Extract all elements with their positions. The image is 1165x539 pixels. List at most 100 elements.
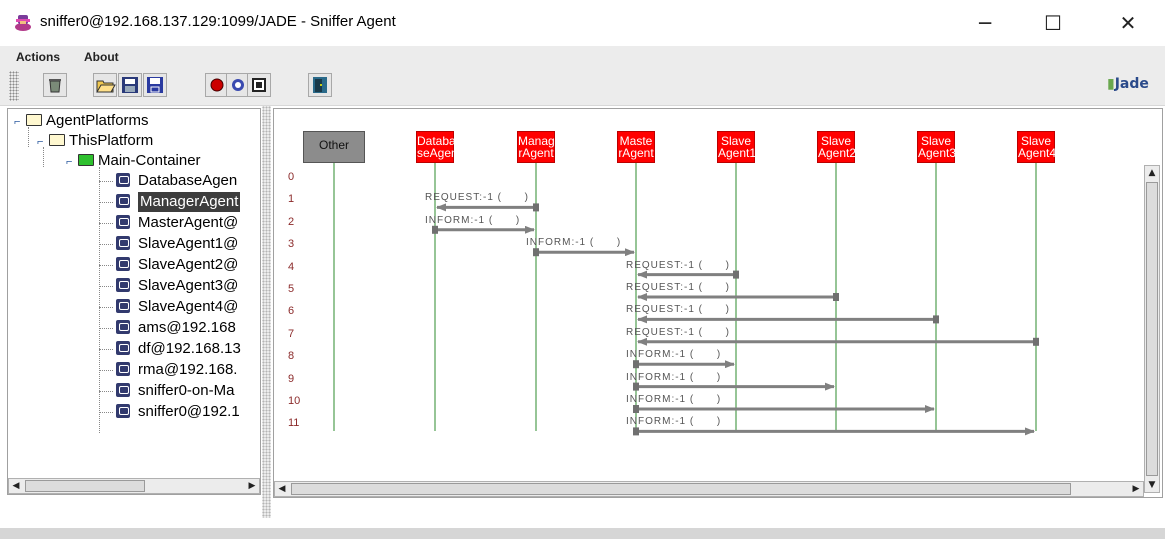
scroll-left-icon[interactable]: ◀: [275, 482, 289, 496]
display-icon[interactable]: [247, 73, 271, 97]
message-label[interactable]: INFORM:-1 ( ): [626, 372, 721, 383]
tree-node-main-container[interactable]: ⌐ Main-Container: [66, 151, 201, 171]
tree-label: rma@192.168.: [138, 361, 238, 378]
tree-node-agent[interactable]: SlaveAgent2@: [116, 255, 238, 275]
scroll-right-icon[interactable]: ▶: [1129, 482, 1143, 496]
menu-about[interactable]: About: [84, 50, 119, 64]
row-number: 3: [288, 238, 295, 251]
expand-toggle-icon[interactable]: ⌐: [14, 117, 24, 128]
message-label[interactable]: INFORM:-1 ( ): [526, 237, 621, 248]
tree-label: ThisPlatform: [69, 132, 154, 149]
message-label[interactable]: REQUEST:-1 ( ): [626, 260, 730, 271]
trash-icon[interactable]: [43, 73, 67, 97]
tree-node-agent[interactable]: sniffer0-on-Ma: [116, 381, 234, 401]
agent-icon: [116, 362, 130, 376]
message-label[interactable]: INFORM:-1 ( ): [626, 394, 721, 405]
close-button[interactable]: ✕: [1113, 10, 1143, 36]
tree-connector: [99, 202, 113, 203]
row-number: 11: [288, 417, 300, 430]
tree-label: SlaveAgent3@: [138, 277, 239, 294]
tree-connector: [99, 265, 113, 266]
tree-node-agent[interactable]: df@192.168.13: [116, 339, 241, 359]
row-number: 5: [288, 283, 295, 295]
tree-label: SlaveAgent1@: [138, 235, 239, 252]
scroll-left-icon[interactable]: ◀: [9, 479, 23, 493]
scroll-thumb[interactable]: [25, 480, 145, 492]
tree-label: ams@192.168: [138, 319, 236, 336]
agent-icon: [116, 236, 130, 250]
tree-label: Main-Container: [98, 152, 201, 169]
message-start-marker: [533, 203, 539, 212]
agent-icon: [116, 194, 130, 208]
message-start-marker: [633, 427, 639, 436]
tree-node-agent[interactable]: SlaveAgent4@: [116, 297, 238, 317]
canvas-horizontal-scrollbar[interactable]: ◀ ▶: [274, 481, 1144, 497]
scroll-thumb[interactable]: [291, 483, 1071, 495]
tree-horizontal-scrollbar[interactable]: ◀ ▶: [8, 478, 260, 494]
jade-logo: ▮Jade: [1107, 76, 1149, 92]
menu-bar: Actions About: [0, 46, 1165, 68]
row-number: 1: [288, 193, 295, 206]
tree-node-agent[interactable]: rma@192.168.: [116, 360, 237, 380]
toolbar-grip[interactable]: [9, 71, 19, 101]
maximize-button[interactable]: ☐: [1038, 10, 1068, 36]
scroll-thumb[interactable]: [1146, 182, 1158, 476]
tree-connector: [99, 244, 113, 245]
row-number: 7: [288, 327, 295, 340]
expand-toggle-icon[interactable]: ⌐: [37, 137, 47, 148]
toolbar: ▮Jade: [0, 68, 1165, 106]
tree-node-agent[interactable]: MasterAgent@: [116, 213, 238, 233]
message-start-marker: [633, 360, 639, 369]
status-bar: [0, 528, 1165, 539]
menu-actions[interactable]: Actions: [16, 50, 60, 64]
panel-splitter[interactable]: [262, 106, 271, 518]
message-start-marker: [833, 293, 839, 301]
tree-node-agent[interactable]: SlaveAgent3@: [116, 276, 238, 296]
tree-node-agent[interactable]: DatabaseAgen: [116, 171, 237, 191]
save-list-icon[interactable]: [118, 73, 142, 97]
tree-node-thisplatform[interactable]: ⌐ ThisPlatform: [37, 131, 153, 151]
expand-toggle-icon[interactable]: ⌐: [66, 157, 76, 168]
sniffer-canvas[interactable]: Other Databa seAgent Manage rAgent Maste rA…: [273, 108, 1163, 498]
tree-label: sniffer0@192.1: [138, 403, 240, 420]
row-number: 2: [288, 215, 295, 228]
sniffer-app-icon: [15, 15, 31, 31]
tree-node-agent[interactable]: sniffer0@192.1: [116, 402, 240, 422]
message-label[interactable]: INFORM:-1 ( ): [425, 215, 520, 226]
message-label[interactable]: REQUEST:-1 ( ): [626, 282, 730, 293]
scroll-down-icon[interactable]: ▼: [1145, 478, 1159, 492]
tree-label: AgentPlatforms: [46, 112, 149, 129]
message-label[interactable]: INFORM:-1 ( ): [626, 349, 721, 360]
tree-label: MasterAgent@: [138, 214, 239, 231]
tree-node-agent[interactable]: ams@192.168: [116, 318, 236, 338]
exit-door-icon[interactable]: [308, 73, 332, 97]
canvas-vertical-scrollbar[interactable]: ▲ ▼: [1144, 165, 1160, 493]
tree-node-agent[interactable]: SlaveAgent1@: [116, 234, 238, 254]
tree-connector: [99, 412, 113, 413]
message-label[interactable]: INFORM:-1 ( ): [626, 416, 721, 427]
container-folder-icon: [78, 154, 94, 166]
message-label[interactable]: REQUEST:-1 ( ): [626, 304, 730, 315]
tree-label: SlaveAgent2@: [138, 256, 239, 273]
agent-tree-panel[interactable]: ⌐ AgentPlatforms ⌐ ThisPlatform ⌐ Main-Cont…: [7, 108, 261, 495]
row-number: 4: [288, 260, 295, 273]
open-folder-icon[interactable]: [93, 73, 117, 97]
tree-connector: [99, 167, 100, 433]
save-icon[interactable]: [143, 73, 167, 97]
window-title: sniffer0@192.168.137.129:1099/JADE - Sni…: [40, 13, 396, 30]
message-start-marker: [633, 405, 639, 413]
scroll-right-icon[interactable]: ▶: [245, 479, 259, 493]
tree-label: SlaveAgent4@: [138, 298, 239, 315]
row-number: 10: [288, 395, 301, 407]
scroll-up-icon[interactable]: ▲: [1145, 166, 1159, 180]
minimize-button[interactable]: ─: [970, 10, 1000, 36]
tree-connector: [99, 391, 113, 392]
message-label[interactable]: REQUEST:-1 ( ): [425, 192, 529, 203]
message-label[interactable]: REQUEST:-1 ( ): [626, 327, 730, 338]
message-start-marker: [1033, 337, 1039, 346]
agent-icon: [116, 299, 130, 313]
tree-node-agentplatforms[interactable]: ⌐ AgentPlatforms: [14, 111, 149, 131]
message-start-marker: [533, 248, 539, 257]
agent-icon: [116, 383, 130, 397]
tree-node-agent[interactable]: ManagerAgent: [116, 192, 241, 212]
